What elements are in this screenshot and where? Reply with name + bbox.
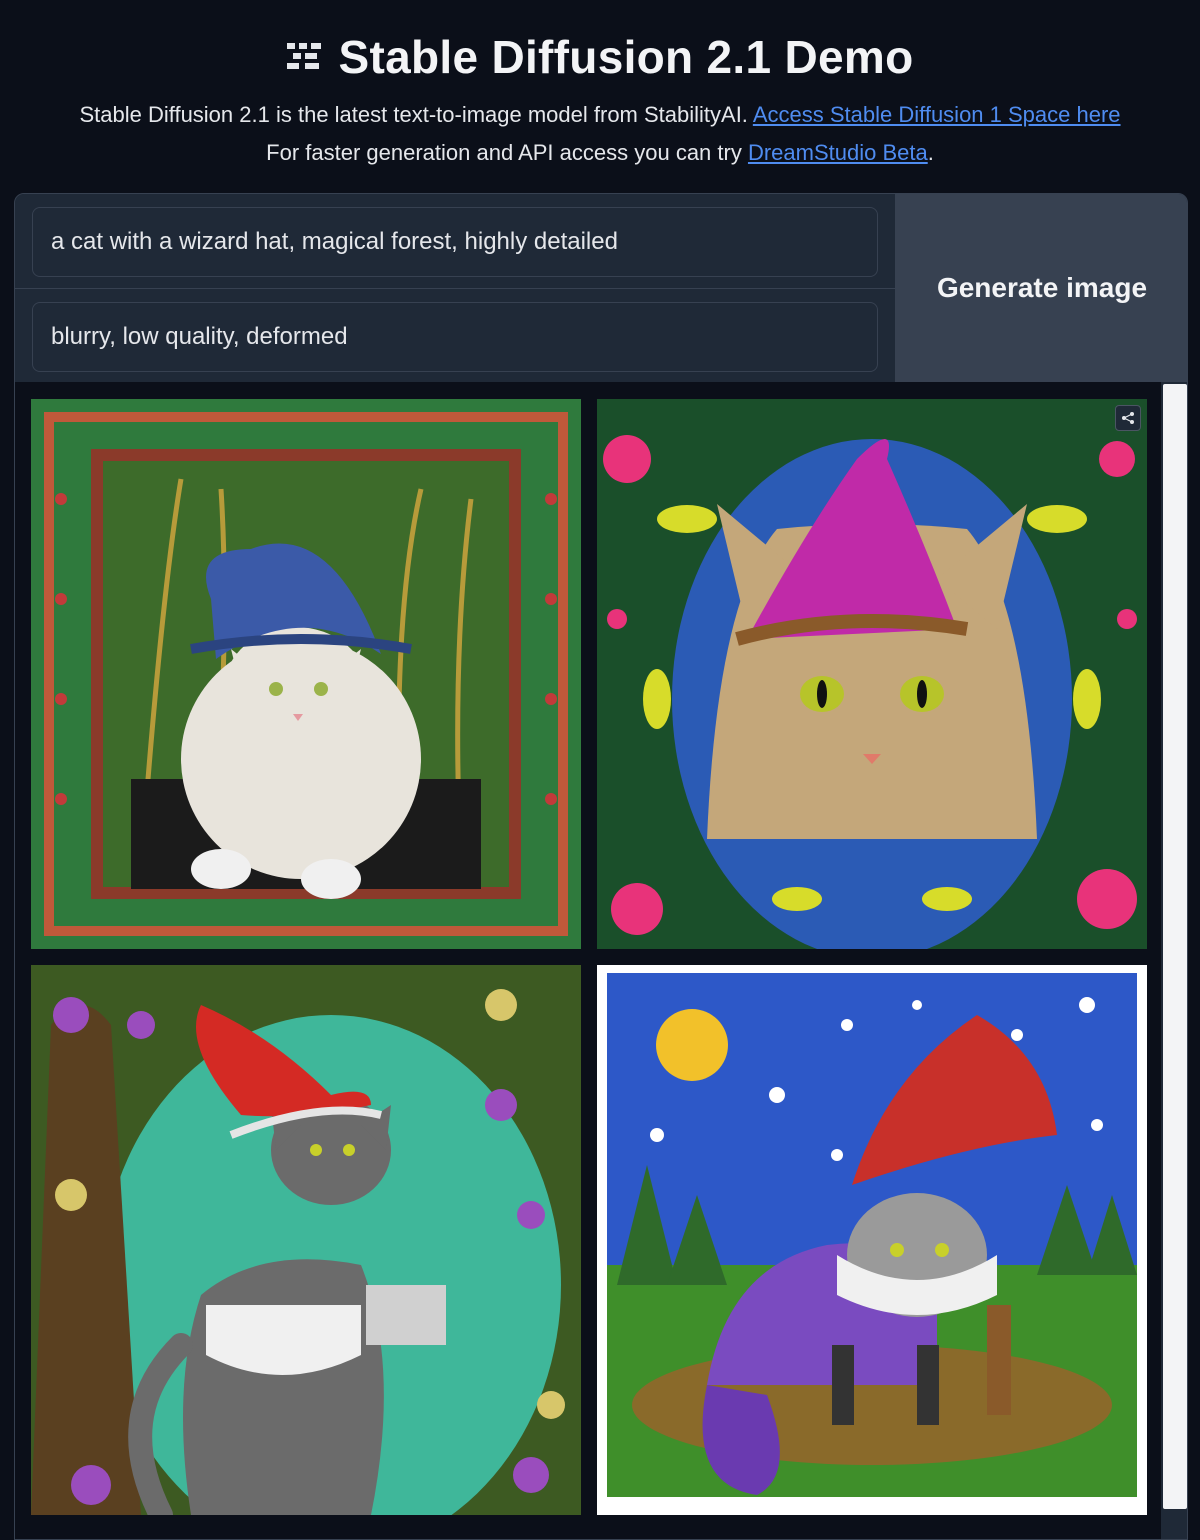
- description-line2: For faster generation and API access you…: [266, 140, 748, 165]
- generate-image-button[interactable]: Generate image: [895, 194, 1187, 382]
- description: Stable Diffusion 2.1 is the latest text-…: [0, 96, 1200, 172]
- logo-icon: [286, 43, 321, 71]
- gallery-image-2[interactable]: [597, 399, 1147, 949]
- access-sd1-link[interactable]: Access Stable Diffusion 1 Space here: [753, 102, 1121, 127]
- prompt-input[interactable]: a cat with a wizard hat, magical forest,…: [32, 207, 878, 277]
- prompt-inputs: a cat with a wizard hat, magical forest,…: [15, 194, 895, 382]
- description-end: .: [927, 140, 934, 165]
- negative-prompt-input[interactable]: blurry, low quality, deformed: [32, 302, 878, 372]
- description-text: Stable Diffusion 2.1 is the latest text-…: [79, 102, 753, 127]
- page-header: Stable Diffusion 2.1 Demo Stable Diffusi…: [0, 0, 1200, 172]
- image-gallery: [15, 382, 1161, 1539]
- gallery-image-3[interactable]: [31, 965, 581, 1515]
- dreamstudio-link[interactable]: DreamStudio Beta: [748, 140, 928, 165]
- gallery-image-4[interactable]: [597, 965, 1147, 1515]
- gallery-image-1[interactable]: [31, 399, 581, 949]
- main-panel: a cat with a wizard hat, magical forest,…: [14, 193, 1188, 1540]
- share-icon: [1122, 412, 1134, 424]
- gallery-scrollbar-thumb[interactable]: [1163, 384, 1187, 1509]
- share-button[interactable]: [1115, 405, 1141, 431]
- input-divider: [15, 288, 895, 289]
- page-title: Stable Diffusion 2.1 Demo: [338, 31, 914, 83]
